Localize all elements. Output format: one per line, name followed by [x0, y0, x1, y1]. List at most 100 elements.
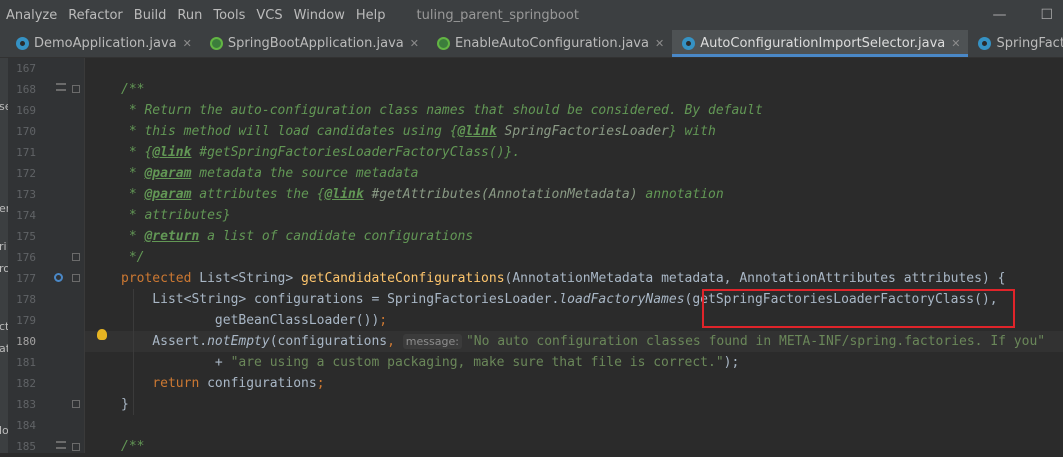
code-token: "No auto configuration classes found in … [465, 334, 1046, 349]
project-tree-fragment: at [0, 342, 8, 355]
close-icon[interactable]: ✕ [183, 37, 192, 50]
code-token: @param [144, 166, 192, 181]
project-tree-fragment: lo [0, 424, 8, 437]
code-token: notEmpty [207, 334, 270, 349]
line-number: 174 [16, 209, 36, 222]
code-line-181: + "are using a custom packaging, make su… [97, 352, 739, 373]
code-token: a list of candidate configurations [199, 229, 474, 244]
code-token: * [121, 166, 145, 181]
editor-tab-bar: DemoApplication.java ✕ SpringBootApplica… [0, 30, 1063, 58]
doc-comment-render-icon[interactable] [56, 83, 66, 91]
code-token: metadata the source metadata [191, 166, 419, 181]
tab-label: DemoApplication.java [34, 36, 177, 51]
code-token: }. [504, 145, 521, 160]
tab-spring-factories-loader[interactable]: SpringFactoriesLoader.java [968, 30, 1063, 57]
menu-window[interactable]: Window [291, 8, 348, 23]
close-icon[interactable]: ✕ [655, 37, 664, 50]
fold-icon[interactable] [72, 253, 80, 261]
code-token: #getAttributes(AnnotationMetadata) [363, 187, 638, 202]
menu-analyze[interactable]: Analyze [3, 8, 60, 23]
code-token: getCandidateConfigurations [301, 271, 505, 286]
menu-tools[interactable]: Tools [210, 8, 248, 23]
code-token: + [121, 355, 231, 370]
code-token: @return [144, 229, 200, 244]
project-tree-fragment: ct [0, 320, 8, 333]
code-editor[interactable]: /** * Return the auto-configuration clas… [85, 58, 1063, 453]
overrides-method-icon[interactable] [54, 273, 63, 282]
project-tree-fragment: ro [0, 262, 8, 275]
code-token: * attributes} [121, 208, 231, 223]
code-token: Assert. [121, 334, 208, 349]
close-icon[interactable]: ✕ [951, 37, 960, 50]
code-token: configurations [199, 376, 317, 391]
menu-build[interactable]: Build [131, 8, 170, 23]
code-line-182: return configurations; [97, 373, 325, 394]
tab-spring-boot-application[interactable]: SpringBootApplication.java ✕ [200, 30, 427, 57]
line-number: 168 [16, 83, 36, 96]
code-token: */ [121, 250, 145, 265]
line-number: 172 [16, 167, 36, 180]
spring-annotation-icon [436, 37, 450, 50]
code-token: /** [121, 439, 145, 453]
minimize-button[interactable]: — [992, 7, 1006, 23]
menu-help[interactable]: Help [353, 8, 389, 23]
fold-icon[interactable] [72, 443, 80, 451]
line-number-current: 180 [16, 335, 36, 348]
class-icon [682, 37, 696, 50]
tab-auto-configuration-import-selector[interactable]: AutoConfigurationImportSelector.java ✕ [672, 30, 969, 57]
code-token: ; [379, 313, 388, 328]
menu-run[interactable]: Run [174, 8, 205, 23]
code-line-171: * {@link #getSpringFactoriesLoaderFactor… [97, 142, 520, 163]
code-token: ; [316, 376, 325, 391]
code-token: @link [152, 145, 192, 160]
project-tool-window-edge[interactable]: se er ri ro ct at lo [0, 58, 8, 453]
doc-comment-render-icon[interactable] [56, 441, 66, 449]
fold-icon[interactable] [72, 274, 80, 282]
line-number: 173 [16, 188, 36, 201]
maximize-button[interactable]: ☐ [1040, 7, 1053, 23]
tab-label: AutoConfigurationImportSelector.java [700, 36, 946, 51]
code-token: "are using a custom packaging, make sure… [230, 355, 724, 370]
tab-demo-application[interactable]: DemoApplication.java ✕ [0, 30, 200, 57]
code-token: @param [144, 187, 192, 202]
parameter-hint: message: [402, 334, 462, 349]
code-token: } [121, 397, 129, 412]
tab-label: SpringBootApplication.java [227, 36, 404, 51]
line-number: 176 [16, 251, 36, 264]
fold-icon[interactable] [72, 85, 80, 93]
line-number: 183 [16, 398, 36, 411]
code-line-180: Assert.notEmpty(configurations, message:… [97, 331, 1045, 352]
code-token: ); [723, 355, 740, 370]
project-title: tuling_parent_springboot [416, 7, 579, 23]
menu-vcs[interactable]: VCS [253, 8, 285, 23]
code-line-172: * @param metadata the source metadata [97, 163, 419, 184]
code-line-177: protected List<String> getCandidateConfi… [97, 268, 1005, 289]
code-token: * { [121, 145, 153, 160]
line-number: 184 [16, 419, 36, 432]
code-token: getBeanClassLoader()) [121, 313, 380, 328]
code-token: , [387, 334, 403, 349]
line-number: 175 [16, 230, 36, 243]
code-line-170: * this method will load candidates using… [97, 121, 716, 142]
line-number: 170 [16, 125, 36, 138]
fold-icon[interactable] [72, 400, 80, 408]
code-token: List<String> configurations = SpringFact… [121, 292, 560, 307]
code-token: (configurations [269, 334, 388, 349]
tab-enable-auto-configuration[interactable]: EnableAutoConfiguration.java ✕ [427, 30, 672, 57]
close-icon[interactable]: ✕ [410, 37, 419, 50]
code-token: /** [121, 82, 145, 97]
code-line-185: /** [97, 436, 144, 453]
code-line-175: * @return a list of candidate configurat… [97, 226, 473, 247]
line-number: 179 [16, 314, 36, 327]
menu-refactor[interactable]: Refactor [65, 8, 126, 23]
code-line-183: } [97, 394, 129, 415]
code-token: } with [668, 124, 716, 139]
highlight-annotation-box [702, 289, 1015, 328]
line-number: 171 [16, 146, 36, 159]
code-token: List<String> [191, 271, 302, 286]
code-token: * [121, 187, 145, 202]
code-token: attributes the { [191, 187, 325, 202]
editor-gutter[interactable]: 167 168 169 170 171 172 173 174 175 176 … [8, 58, 85, 453]
code-token: (AnnotationMetadata metadata, Annotation… [504, 271, 1006, 286]
